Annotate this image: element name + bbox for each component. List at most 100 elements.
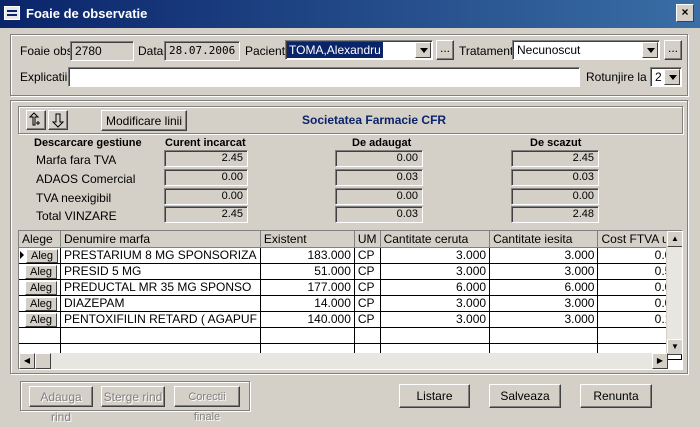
adauga-rind-button[interactable]: Adauga rind [29,386,93,424]
cell-ceruta[interactable]: 3.000 [380,311,491,328]
horizontal-scrollbar[interactable]: ◀ ▶ [19,353,668,369]
aleg-button[interactable]: Aleg [25,264,57,278]
summary-scazut-value: 0.00 [511,188,599,205]
scroll-up-icon[interactable]: ▲ [667,231,682,247]
cell-iesita[interactable]: 3.000 [489,295,599,312]
summary-adaugat-value: 0.00 [335,150,423,167]
aleg-button[interactable]: Aleg [25,312,57,326]
column-header-denumire[interactable]: Denumire marfa [60,231,261,248]
summary-row-label: Marfa fara TVA [36,153,117,167]
row-selector-cell[interactable]: Aleg [19,263,61,280]
summary-scazut-value: 0.03 [511,169,599,186]
down-arrow-icon[interactable] [48,110,68,130]
column-header-ceruta[interactable]: Cantitate ceruta [380,231,491,248]
renunta-button[interactable]: Renunta [580,384,652,408]
cell-iesita[interactable]: 3.000 [489,247,599,264]
cell-denumire[interactable]: PRESTARIUM 8 MG SPONSORIZA [60,247,261,264]
chevron-down-icon[interactable] [664,69,680,85]
refresh-icon[interactable] [26,110,46,130]
empty-cell [354,327,381,344]
cell-existent[interactable]: 183.000 [260,247,355,264]
cell-existent[interactable]: 14.000 [260,295,355,312]
table-row[interactable]: Aleg PRESID 5 MG 51.000 CP 3.000 3.000 0… [19,263,682,280]
cell-iesita[interactable]: 3.000 [489,263,599,280]
pacient-combo[interactable]: TOMA,Alexandru [285,40,433,60]
salveaza-button[interactable]: Salveaza [489,384,561,408]
aleg-button[interactable]: Aleg [25,280,57,294]
app-icon[interactable] [4,6,20,20]
chevron-down-icon[interactable] [642,42,658,58]
summary-adaugat-value: 0.00 [335,188,423,205]
table-row[interactable]: Aleg PRESTARIUM 8 MG SPONSORIZA 183.000 … [19,247,682,264]
summary-adaugat-value: 0.03 [335,206,423,223]
tratament-browse-button[interactable]: ... [664,40,682,60]
scroll-left-icon[interactable]: ◀ [19,353,35,369]
corectii-finale-button[interactable]: Corectii finale [174,386,240,423]
pacient-browse-button[interactable]: ... [436,40,454,60]
cell-iesita[interactable]: 3.000 [489,311,599,328]
cell-ceruta[interactable]: 6.000 [380,279,491,296]
scroll-right-icon[interactable]: ▶ [652,353,668,369]
cell-um[interactable]: CP [354,247,381,264]
empty-row[interactable] [19,327,682,344]
empty-cell [380,327,491,344]
table-row[interactable]: Aleg DIAZEPAM 14.000 CP 3.000 3.000 0.02 [19,295,682,312]
empty-cell [19,327,61,344]
items-grid[interactable]: Alege Denumire marfa Existent UM Cantita… [18,230,683,370]
column-header-iesita[interactable]: Cantitate iesita [489,231,599,248]
sterge-rind-button[interactable]: Sterge rind [101,386,165,407]
pacient-label: Pacient [245,44,286,58]
column-header-existent[interactable]: Existent [260,231,355,248]
row-selector-cell[interactable]: Aleg [19,295,61,312]
header-row: Alege Denumire marfa Existent UM Cantita… [19,231,682,248]
column-header-um[interactable]: UM [354,231,381,248]
rotunjire-combo[interactable]: 2 [650,67,682,87]
cell-ceruta[interactable]: 3.000 [380,263,491,280]
cell-denumire[interactable]: PENTOXIFILIN RETARD ( AGAPUF [60,311,261,328]
cell-denumire[interactable]: PRESID 5 MG [60,263,261,280]
cell-existent[interactable]: 140.000 [260,311,355,328]
row-selector-cell[interactable]: Aleg [19,247,61,264]
summary-adaugat-value: 0.03 [335,169,423,186]
cell-um[interactable]: CP [354,263,381,280]
window: Foaie de observatie × Foaie obs. 2780 Da… [0,0,700,424]
cell-denumire[interactable]: DIAZEPAM [60,295,261,312]
listare-button[interactable]: Listare [399,384,470,408]
summary-curent-value: 0.00 [164,188,248,205]
row-selector-cell[interactable]: Aleg [19,279,61,296]
scroll-down-icon[interactable]: ▼ [667,339,682,355]
vertical-scrollbar[interactable]: ▲ ▼ [666,231,682,355]
empty-cell [260,327,355,344]
table-row[interactable]: Aleg PREDUCTAL MR 35 MG SPONSO 177.000 C… [19,279,682,296]
table-row[interactable]: Aleg PENTOXIFILIN RETARD ( AGAPUF 140.00… [19,311,682,328]
cell-um[interactable]: CP [354,311,381,328]
cell-denumire[interactable]: PREDUCTAL MR 35 MG SPONSO [60,279,261,296]
modificare-linii-button[interactable]: Modificare linii [101,110,187,131]
aleg-button[interactable]: Aleg [25,296,57,310]
cell-ceruta[interactable]: 3.000 [380,295,491,312]
summary-scazut-value: 2.45 [511,150,599,167]
scroll-thumb[interactable] [35,353,51,369]
close-button[interactable]: × [676,4,694,22]
items-table: Alege Denumire marfa Existent UM Cantita… [19,231,682,360]
cell-existent[interactable]: 51.000 [260,263,355,280]
summary-row-label: ADAOS Comercial [36,172,136,186]
summary-curent-value: 2.45 [164,206,248,223]
explicatii-input[interactable] [68,67,580,87]
cell-existent[interactable]: 177.000 [260,279,355,296]
summary-curent-value: 0.00 [164,169,248,186]
cell-iesita[interactable]: 6.000 [489,279,599,296]
cell-ceruta[interactable]: 3.000 [380,247,491,264]
rotunjire-label: Rotunjire la [586,70,647,84]
summary-row-label: TVA neexigibil [36,191,112,205]
cell-um[interactable]: CP [354,279,381,296]
column-header-alege[interactable]: Alege [19,231,61,248]
tratament-combo[interactable]: Necunoscut [512,40,660,60]
row-selector-cell[interactable]: Aleg [19,311,61,328]
cell-um[interactable]: CP [354,295,381,312]
empty-cell [489,327,599,344]
window-title: Foaie de observatie [26,6,148,21]
chevron-down-icon[interactable] [415,42,431,58]
summary-title: Descarcare gestiune [34,137,142,149]
aleg-button[interactable]: Aleg [26,248,58,262]
